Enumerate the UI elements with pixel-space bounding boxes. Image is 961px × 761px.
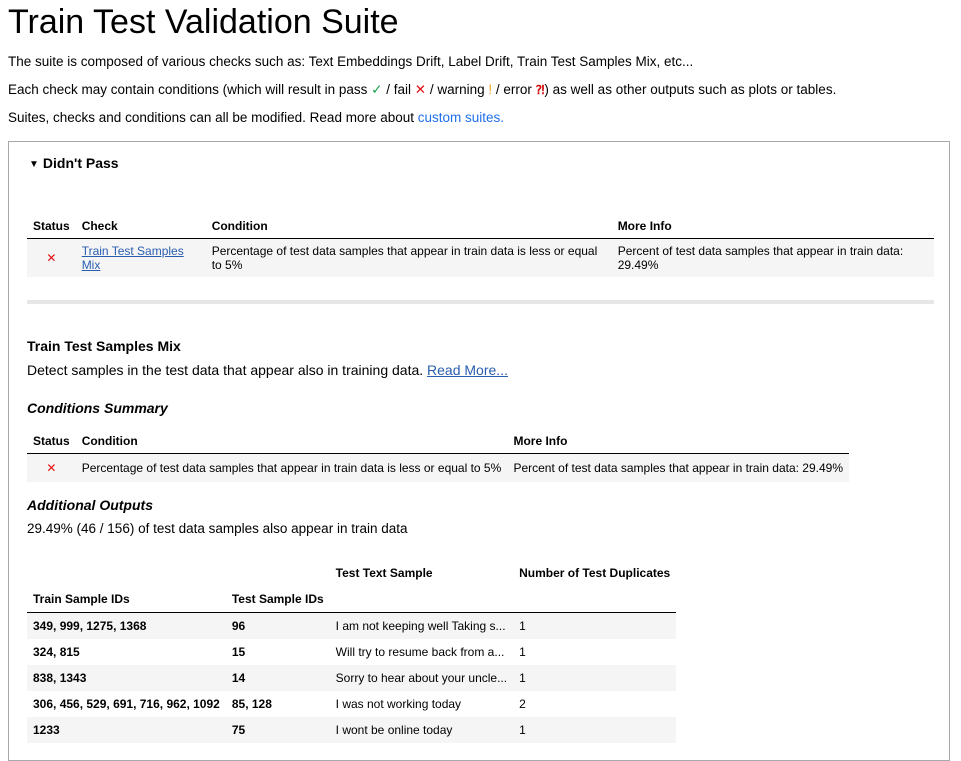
conditions-summary-table: Status Condition More Info ✕ Percentage …	[27, 429, 849, 482]
intro-line-2: Each check may contain conditions (which…	[8, 81, 836, 99]
index-header: Train Sample IDs	[27, 586, 226, 613]
table-row: ✕ Train Test Samples Mix Percentage of t…	[27, 238, 934, 277]
train-ids-cell: 838, 1343	[27, 665, 226, 691]
intro-line-1: The suite is composed of various checks …	[8, 54, 694, 69]
column-header	[226, 560, 330, 586]
check-link[interactable]: Train Test Samples Mix	[82, 244, 184, 272]
column-header: Test Text Sample	[335, 566, 433, 580]
pass-check-icon: ✓	[371, 82, 383, 97]
fail-x-icon: ✕	[414, 82, 427, 97]
didnt-pass-table: Status Check Condition More Info ✕ Train…	[27, 214, 934, 277]
table-row: 349, 999, 1275, 1368 96 I am not keeping…	[27, 612, 677, 639]
column-header: More Info	[507, 429, 849, 454]
results-panel: ▼ Didn't Pass Status Check Condition More…	[8, 141, 950, 761]
column-header: More Info	[611, 214, 934, 239]
duplicates-cell: 1	[513, 665, 677, 691]
intro-text: Suites, checks and conditions can all be…	[8, 110, 418, 125]
duplicates-cell: 1	[519, 645, 526, 659]
train-ids-cell: 324, 815	[33, 645, 80, 659]
check-cell: Train Test Samples Mix	[75, 238, 206, 277]
column-header: Check	[75, 214, 206, 239]
table-row: 324, 815 15 Will try to resume back from…	[27, 639, 676, 665]
section-divider	[27, 300, 934, 304]
more-info-cell: Percent of test data samples that appear…	[507, 453, 849, 482]
test-ids-cell: 85, 128	[231, 697, 272, 711]
conditions-summary-heading: Conditions Summary	[27, 400, 168, 416]
table-row: 1233 75 I wont be online today 1	[27, 717, 677, 743]
text-sample-cell: I was not working today	[335, 697, 462, 711]
index-header	[513, 586, 677, 613]
condition-cell: Percentage of test data samples that app…	[205, 238, 612, 277]
test-ids-cell: 96	[225, 612, 330, 639]
triangle-down-icon: ▼	[29, 159, 39, 170]
duplicates-cell: 1	[513, 612, 677, 639]
column-header: Condition	[205, 214, 612, 239]
fail-x-icon: ✕	[27, 238, 76, 277]
additional-outputs-heading: Additional Outputs	[27, 497, 153, 513]
didnt-pass-label: Didn't Pass	[42, 155, 119, 171]
column-header: Status	[27, 214, 76, 239]
intro-text: / warning	[426, 82, 489, 97]
table-row: 306, 456, 529, 691, 716, 962, 1092 85, 1…	[27, 691, 676, 717]
index-header: Test Sample IDs	[225, 586, 330, 613]
column-header: Status	[27, 429, 76, 454]
intro-line-3: Suites, checks and conditions can all be…	[8, 109, 504, 127]
table-row: 838, 1343 14 Sorry to hear about your un…	[27, 665, 677, 691]
intro-text: / fail	[382, 82, 415, 97]
train-ids-cell: 306, 456, 529, 691, 716, 962, 1092	[33, 697, 220, 711]
intro-text: / error	[492, 82, 536, 97]
didnt-pass-toggle[interactable]: ▼ Didn't Pass	[29, 155, 119, 171]
column-header: Number of Test Duplicates	[519, 566, 671, 580]
check-description-text: Detect samples in the test data that app…	[27, 362, 428, 378]
text-sample-cell: Sorry to hear about your uncle...	[329, 665, 514, 691]
condition-cell: Percentage of test data samples that app…	[75, 453, 508, 482]
read-more-link[interactable]: Read More...	[427, 362, 508, 378]
custom-suites-link[interactable]: custom suites.	[418, 110, 504, 125]
additional-outputs-text: 29.49% (46 / 156) of test data samples a…	[27, 521, 408, 536]
table-row: ✕ Percentage of test data samples that a…	[27, 453, 849, 482]
test-ids-cell: 75	[225, 717, 330, 743]
train-ids-cell: 1233	[27, 717, 226, 743]
train-ids-cell: 349, 999, 1275, 1368	[27, 612, 226, 639]
text-sample-cell: I am not keeping well Taking s...	[329, 612, 514, 639]
check-title: Train Test Samples Mix	[27, 338, 181, 354]
column-header	[27, 560, 226, 586]
duplicates-cell: 1	[513, 717, 677, 743]
page-title: Train Test Validation Suite	[8, 3, 399, 41]
text-sample-cell: Will try to resume back from a...	[335, 645, 505, 659]
intro-text: ) as well as other outputs such as plots…	[544, 82, 837, 97]
duplicates-table: Test Text Sample Number of Test Duplicat…	[27, 560, 677, 743]
intro-text: Each check may contain conditions (which…	[8, 82, 372, 97]
test-ids-cell: 14	[225, 665, 330, 691]
fail-x-icon: ✕	[27, 453, 76, 482]
text-sample-cell: I wont be online today	[329, 717, 514, 743]
index-header	[329, 586, 514, 613]
column-header: Condition	[75, 429, 508, 454]
more-info-cell: Percent of test data samples that appear…	[611, 238, 934, 277]
duplicates-cell: 2	[519, 697, 526, 711]
test-ids-cell: 15	[231, 645, 246, 659]
check-description: Detect samples in the test data that app…	[27, 362, 508, 378]
